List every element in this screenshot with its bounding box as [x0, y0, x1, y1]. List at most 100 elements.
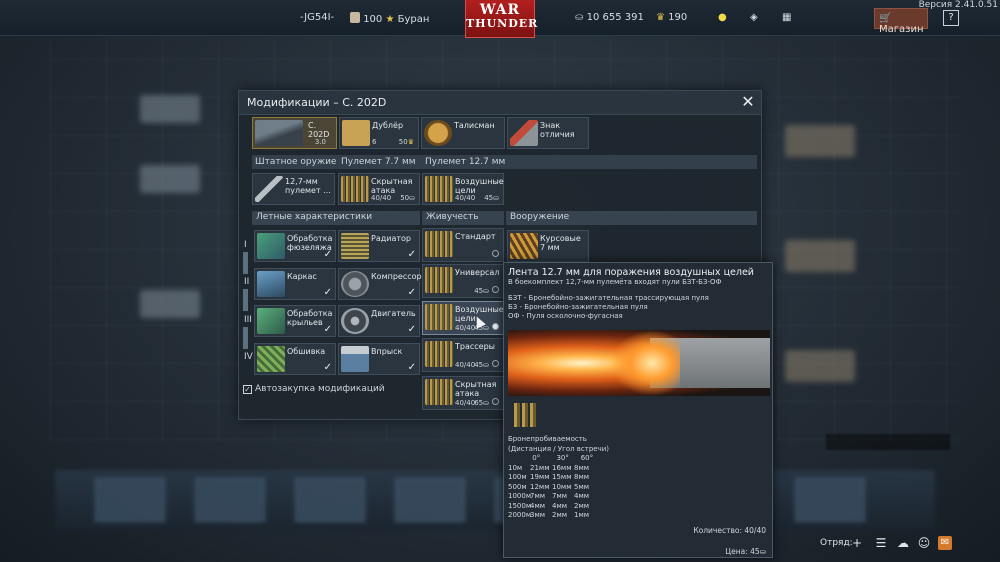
ammo-belt-icon	[425, 379, 453, 405]
penetration-cell: 3мм	[530, 511, 546, 519]
belt-universal-card[interactable]: Универсал 45⛀	[422, 264, 504, 298]
stealth-belt-7-7-card[interactable]: Скрытная атака 40/40 50⛀	[338, 173, 420, 205]
radio-indicator[interactable]	[492, 250, 499, 257]
check-icon: ✓	[407, 362, 416, 373]
tooltip-title: Лента 12.7 мм для поражения воздушных це…	[508, 267, 754, 278]
tooltip-legend-item: БЗ - Бронебойно-зажигательная пуля	[508, 303, 648, 311]
shop-diamond-icon[interactable]: ◈	[750, 12, 758, 23]
radiator-card[interactable]: Радиатор ✓	[338, 230, 420, 262]
radio-indicator[interactable]	[492, 286, 499, 293]
vehicle-card[interactable]: C. 202D 3.0	[252, 117, 337, 149]
fuselage-repair-card[interactable]: Обработка фюзеляжа ✓	[254, 230, 336, 262]
wallet-icon[interactable]: ▦	[782, 12, 791, 23]
check-icon: ✓	[407, 249, 416, 260]
crew-backup-card[interactable]: Дублёр 6 50♛	[339, 117, 419, 149]
bullet-icon	[514, 403, 536, 427]
golden-eagles[interactable]: ♛ 190	[656, 12, 687, 23]
tooltip-legend-item: БЗТ - Бронебойно-зажигательная трассирую…	[508, 294, 709, 302]
add-icon[interactable]: +	[850, 536, 864, 550]
mail-icon[interactable]: ✉	[938, 536, 952, 550]
compressor-card[interactable]: Компрессор ✓	[338, 268, 422, 300]
penetration-cell: 8мм	[574, 463, 590, 472]
cover-card[interactable]: Обшивка ✓	[254, 343, 336, 375]
ammo-tooltip: Лента 12.7 мм для поражения воздушных це…	[503, 262, 773, 558]
reserve-icon	[350, 12, 360, 23]
help-button[interactable]: ?	[943, 10, 959, 26]
background-aircraft	[785, 240, 855, 272]
belt-air-targets-card[interactable]: Воздушные цели 40/40 45⛀	[422, 301, 504, 335]
radiator-icon	[341, 233, 369, 259]
bullet-impact-image	[508, 330, 770, 396]
version-label: Версия 2.41.0.51	[918, 0, 998, 10]
check-icon: ✓	[323, 249, 332, 260]
tier-progress-bar	[243, 289, 248, 311]
belt-stealth-card[interactable]: Скрытная атака 40/40 65⛀	[422, 376, 504, 410]
penetration-cell: 12мм	[530, 482, 550, 491]
talisman-card[interactable]: Талисман	[421, 117, 505, 149]
radio-indicator[interactable]	[492, 360, 499, 367]
tier-label: IV	[244, 352, 253, 362]
airframe-icon	[257, 271, 285, 297]
belt-tracers-card[interactable]: Трассеры 40/40 45⛀	[422, 338, 504, 372]
list-icon[interactable]: ☰	[874, 536, 888, 550]
check-icon: ✓	[407, 324, 416, 335]
war-thunder-logo[interactable]: WAR THUNDER	[465, 0, 537, 38]
penetration-cell: 500м	[508, 482, 527, 491]
injection-card[interactable]: Впрыск ✓	[338, 343, 420, 375]
tier-label: I	[244, 240, 247, 250]
standard-weapon-card[interactable]: 12,7-мм пулемет ...	[252, 173, 335, 205]
radio-indicator[interactable]	[492, 398, 499, 405]
ammo-belt-icon	[425, 304, 453, 330]
checkbox-icon: ✓	[243, 385, 252, 394]
lightbulb-icon[interactable]: ●	[718, 12, 727, 23]
offensive-7mm-card[interactable]: Курсовые 7 мм	[507, 230, 589, 262]
ammo-belt-icon	[425, 176, 453, 202]
squad-label: Отряд:	[820, 538, 853, 548]
penetration-cell: 5мм	[574, 482, 590, 491]
hammer-icon	[510, 120, 538, 146]
cover-icon	[257, 346, 285, 372]
wing-repair-card[interactable]: Обработка крыльев ✓	[254, 305, 336, 337]
decal-card[interactable]: Знак отличия	[507, 117, 589, 149]
contacts-icon[interactable]: ☁	[896, 536, 910, 550]
penetration-subtitle: (Дистанция / Угол встречи)	[508, 444, 610, 453]
silver-lions[interactable]: ⛀ 10 655 391	[575, 12, 644, 23]
shop-button[interactable]: 🛒Магазин	[874, 8, 928, 35]
airframe-card[interactable]: Каркас ✓	[254, 268, 336, 300]
penetration-cell: 8мм	[574, 473, 590, 481]
header-standard-weapons: Штатное оружие	[255, 157, 337, 167]
dialog-header: Модификации – C. 202D ✕	[239, 91, 761, 115]
engine-card[interactable]: Двигатель ✓	[338, 305, 420, 337]
tier-progress-bar	[243, 252, 248, 274]
header-mg-12-7: Пулемет 12.7 мм	[425, 157, 506, 167]
penetration-cell: 7мм	[552, 492, 568, 500]
cart-icon: 🛒	[879, 13, 892, 24]
tooltip-quantity: Количество: 40/40	[693, 526, 766, 535]
radio-indicator[interactable]	[492, 323, 499, 330]
close-icon[interactable]: ✕	[740, 94, 756, 110]
background-aircraft	[140, 290, 200, 318]
player-name[interactable]: -JG54I-	[300, 12, 334, 23]
squad-info[interactable]: 100 ★ Буран	[350, 12, 429, 25]
tier-label: II	[244, 277, 250, 287]
talisman-icon	[424, 120, 452, 146]
penetration-cell: 21мм	[530, 463, 550, 472]
chat-icon[interactable]: ☺	[917, 536, 931, 550]
air-targets-belt-card[interactable]: Воздушные цели 40/40 45⛀	[422, 173, 504, 205]
wrench-icon	[255, 176, 283, 202]
star-icon: ★	[385, 14, 395, 25]
auto-buy-checkbox[interactable]: ✓ Автозакупка модификаций	[243, 384, 385, 394]
penetration-row: 500м 12мм 10мм 5мм	[508, 483, 609, 493]
top-bar: -JG54I- 100 ★ Буран WAR THUNDER ⛀ 10 655…	[0, 0, 1000, 38]
penetration-cell: 19мм	[530, 473, 550, 481]
survivability-header: Живучесть	[422, 211, 504, 225]
belt-standard-card[interactable]: Стандарт	[422, 228, 504, 262]
background-aircraft	[140, 95, 200, 123]
ammo-belt-icon	[341, 176, 369, 202]
penetration-cell: 4мм	[574, 492, 590, 500]
penetration-row: 100м 19мм 15мм 8мм	[508, 473, 609, 483]
check-icon: ✓	[323, 362, 332, 373]
penetration-row: 1500м4мм 4мм 2мм	[508, 502, 609, 512]
check-icon: ✓	[323, 287, 332, 298]
penetration-cell: 1мм	[574, 511, 590, 519]
